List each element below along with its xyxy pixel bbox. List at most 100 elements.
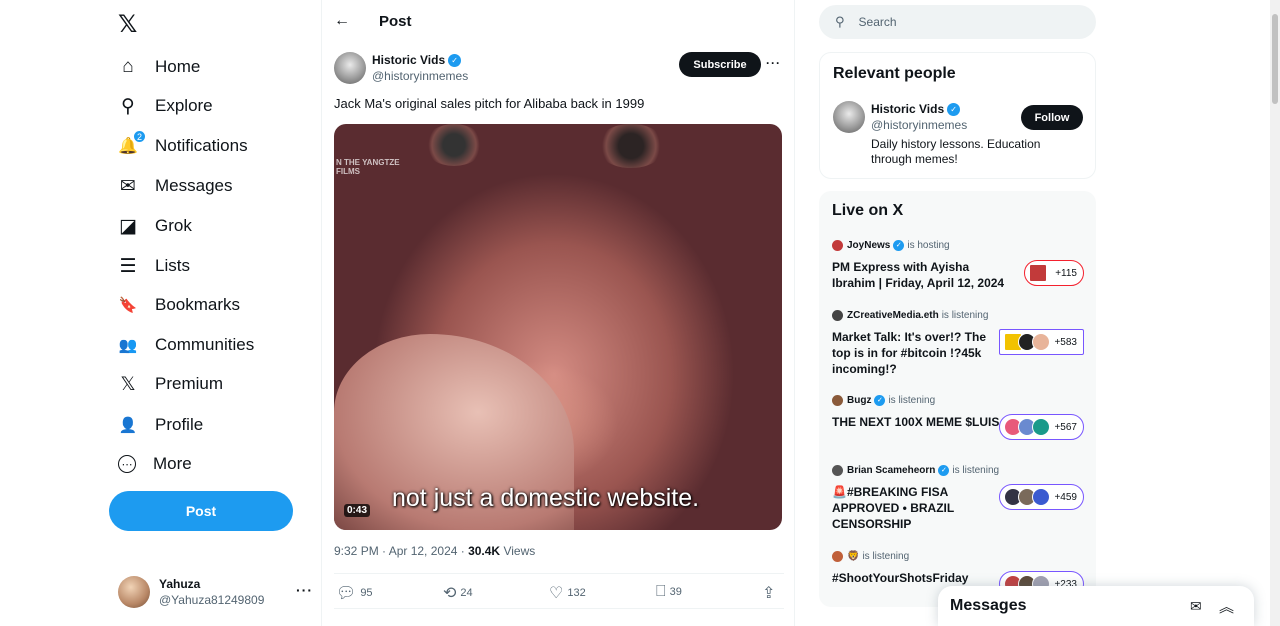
scrollbar-thumb[interactable] <box>1272 14 1278 104</box>
search-input[interactable] <box>858 15 1059 29</box>
nav-item-messages[interactable]: ✉ Messages <box>118 166 232 206</box>
follow-button[interactable]: Follow <box>1021 105 1083 130</box>
person-icon: 👤 <box>118 417 138 434</box>
nav-item-profile[interactable]: 👤 Profile <box>118 405 204 445</box>
post-author: Historic Vids ✓ @historyinmemes Subscribe… <box>334 52 784 86</box>
avatar[interactable] <box>833 101 865 133</box>
x-logo-icon[interactable]: 𝕏 <box>118 10 142 38</box>
nav-item-lists[interactable]: ☰ Lists <box>118 246 190 286</box>
live-space-item[interactable]: JoyNews ✓ is hosting PM Express with Ayish… <box>832 238 1084 291</box>
bookmark-icon: ⎕ <box>656 583 666 600</box>
listener-avatar <box>1032 333 1051 351</box>
nav-label-explore: Explore <box>155 96 213 115</box>
like-button[interactable]: ♡ 132 <box>549 583 586 603</box>
share-icon: ⇪ <box>762 585 776 602</box>
nav-label-profile: Profile <box>155 415 204 434</box>
heart-icon: ♡ <box>549 585 564 602</box>
repost-button[interactable]: ⟲ 24 <box>443 583 473 603</box>
listener-avatar <box>1032 488 1051 506</box>
nav-item-notifications[interactable]: 🔔 2 Notifications <box>118 126 248 166</box>
author-avatar[interactable] <box>334 52 366 84</box>
nav-label-bookmarks: Bookmarks <box>155 295 241 314</box>
host-avatar <box>832 394 843 406</box>
nav-label-home: Home <box>155 57 201 76</box>
view-count: 30.4K <box>468 544 501 558</box>
video-frame-detail <box>596 124 666 168</box>
bookmark-button[interactable]: ⎕ 39 <box>656 583 682 601</box>
video-player[interactable]: N THE YANGTZE FILMS not just a domestic w… <box>334 124 782 530</box>
relevant-people-card: Relevant people Historic Vids ✓ @historyi… <box>819 52 1096 179</box>
post-header: ← Post <box>322 0 794 44</box>
reply-icon: 💬︎ <box>336 585 357 602</box>
expand-icon[interactable]: ︽ <box>1219 596 1234 617</box>
search-icon: ⚲ <box>835 14 845 29</box>
video-subtitle: not just a domestic website. <box>392 484 700 512</box>
listener-pill: +583 <box>999 329 1084 355</box>
verified-badge-icon: ✓ <box>947 102 961 116</box>
nav-item-communities[interactable]: 👥 Communities <box>118 325 255 365</box>
space-title: #ShootYourShotsFriday <box>832 571 969 585</box>
host-avatar <box>832 239 843 251</box>
subscribe-button[interactable]: Subscribe <box>679 52 761 77</box>
host-avatar <box>832 309 843 321</box>
relevant-person-name[interactable]: Historic Vids ✓ <box>871 102 961 116</box>
listener-pill: +567 <box>999 414 1084 440</box>
nav-label-premium: Premium <box>155 374 224 393</box>
live-heading: Live on X <box>832 202 904 219</box>
space-title: PM Express with Ayisha Ibrahim | Friday,… <box>832 260 1005 290</box>
live-space-item[interactable]: Bugz ✓ is listening THE NEXT 100X MEME $LU… <box>832 393 1084 440</box>
reply-button[interactable]: 💬︎ 95 <box>336 583 373 603</box>
search-bar[interactable]: ⚲ <box>819 5 1096 39</box>
space-title: THE NEXT 100X MEME $LUIS <box>832 415 1000 429</box>
nav-label-messages: Messages <box>155 176 233 195</box>
post-timestamp[interactable]: 9:32 PM · Apr 12, 2024 · <box>334 544 468 558</box>
envelope-icon: ✉ <box>120 175 136 197</box>
nav-label-more: More <box>153 454 192 473</box>
space-title: 🚨#BREAKING FISA APPROVED • BRAZIL CENSOR… <box>832 485 954 531</box>
video-frame-detail <box>424 124 484 166</box>
main-column: ← Post Historic Vids ✓ @historyinmemes Su… <box>321 0 795 626</box>
video-watermark: N THE YANGTZE FILMS <box>336 158 400 176</box>
avatar <box>118 576 150 608</box>
live-space-item[interactable]: 🦁 is listening #ShootYourShotsFriday +233 <box>832 549 1084 597</box>
author-handle[interactable]: @historyinmemes <box>372 69 468 83</box>
post-meta: 9:32 PM · Apr 12, 2024 · 30.4K Views <box>334 544 535 558</box>
nav-item-home[interactable]: ⌂ Home <box>118 47 200 87</box>
nav-label-notifications: Notifications <box>155 136 248 155</box>
nav-label-grok: Grok <box>155 216 192 235</box>
search-icon: ⚲ <box>121 95 135 117</box>
grok-icon: ◪ <box>119 215 137 237</box>
back-arrow-icon[interactable]: ← <box>334 12 350 30</box>
scrollbar[interactable] <box>1270 0 1280 626</box>
post-actions: 💬︎ 95 ⟲ 24 ♡ 132 ⎕ 39 ⇪ <box>334 573 784 609</box>
video-duration: 0:43 <box>344 504 371 517</box>
post-button[interactable]: Post <box>109 491 293 531</box>
listener-avatar <box>1032 418 1051 436</box>
relevant-person-handle[interactable]: @historyinmemes <box>871 118 967 132</box>
live-space-item[interactable]: ZCreativeMedia.eth is listening Market Ta… <box>832 308 1084 377</box>
account-switcher[interactable]: Yahuza @Yahuza81249809 ··· <box>118 572 313 612</box>
verified-badge-icon: ✓ <box>938 464 950 476</box>
nav-item-more[interactable]: ⋯ More <box>118 444 192 484</box>
nav-item-explore[interactable]: ⚲ Explore <box>118 86 213 126</box>
nav-item-bookmarks[interactable]: 🔖 Bookmarks <box>118 285 240 325</box>
post-more-icon[interactable]: ··· <box>766 56 781 70</box>
live-on-x-card: Live on X JoyNews ✓ is hosting PM Express … <box>819 191 1096 607</box>
account-menu-icon[interactable]: ··· <box>296 582 313 598</box>
live-space-item[interactable]: Brian Scameheorn ✓ is listening 🚨#BREAKING… <box>832 463 1084 532</box>
account-handle: @Yahuza81249809 <box>159 593 265 607</box>
nav-item-premium[interactable]: 𝕏 Premium <box>118 364 223 404</box>
nav-item-grok[interactable]: ◪ Grok <box>118 206 192 246</box>
author-name[interactable]: Historic Vids ✓ <box>372 53 462 67</box>
compose-message-icon[interactable]: ✉ <box>1190 598 1202 615</box>
repost-icon: ⟲ <box>443 585 457 602</box>
right-sidebar: ⚲ Relevant people Historic Vids✓ @histor… <box>819 0 1097 626</box>
host-avatar <box>832 550 843 562</box>
list-icon: ☰ <box>119 255 137 277</box>
nav-label-lists: Lists <box>155 256 190 275</box>
messages-drawer[interactable]: Messages ✉ ︽ <box>938 586 1254 626</box>
listener-pill: +459 <box>999 484 1084 510</box>
share-button[interactable]: ⇪ <box>762 583 779 603</box>
host-avatar <box>832 464 843 476</box>
verified-badge-icon: ✓ <box>893 239 905 251</box>
